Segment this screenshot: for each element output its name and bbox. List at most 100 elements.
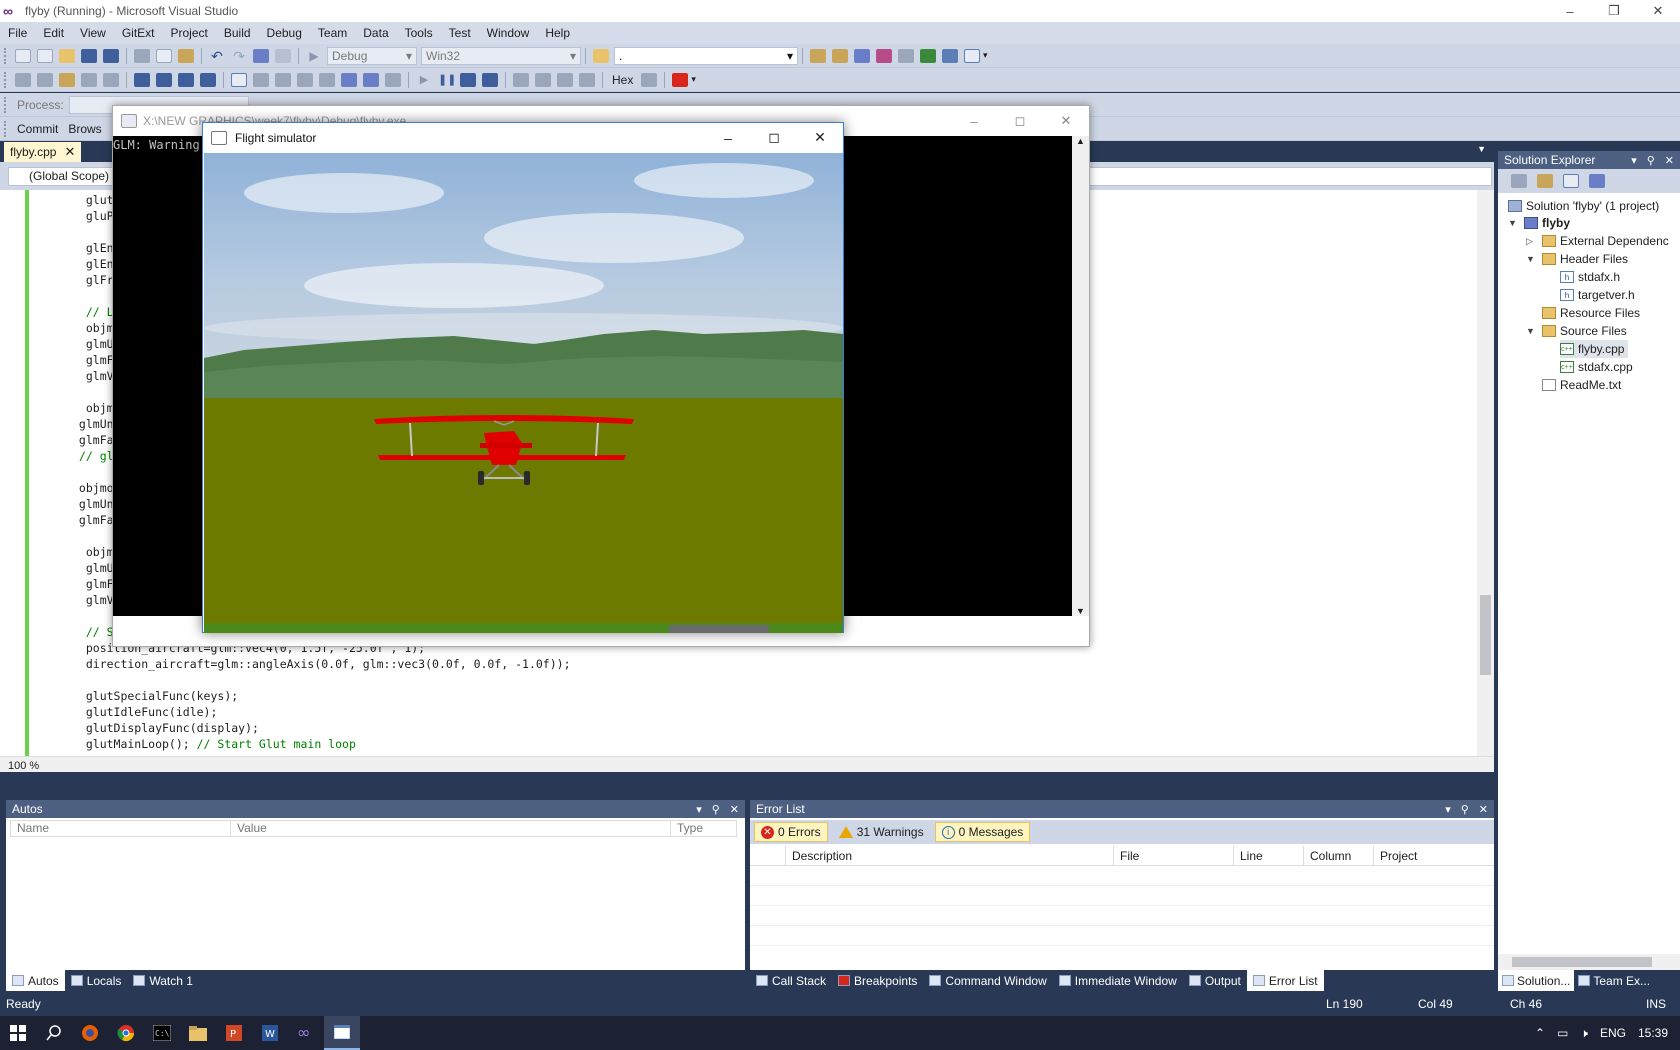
console-maximize-button[interactable]: ◻ (997, 106, 1043, 136)
menu-data[interactable]: Data (355, 26, 396, 40)
object-browser-icon[interactable] (854, 48, 870, 63)
tab-breakpoints[interactable]: Breakpoints (832, 970, 923, 991)
table-row[interactable] (750, 926, 1494, 946)
class-diagram-icon[interactable] (1589, 174, 1605, 188)
toolbar-grip[interactable] (4, 96, 8, 113)
table-row[interactable] (750, 906, 1494, 926)
next-bookmark-folder-icon[interactable] (319, 72, 335, 87)
uncomment-icon[interactable] (200, 72, 216, 87)
close-icon[interactable]: ✕ (1665, 154, 1674, 167)
menu-window[interactable]: Window (479, 26, 538, 40)
show-hidden-icons-icon[interactable]: ⌃ (1535, 1026, 1545, 1040)
search-button[interactable] (36, 1016, 72, 1050)
scroll-up-icon[interactable]: ▲ (1076, 136, 1085, 146)
column-header[interactable]: Project (1374, 846, 1494, 865)
tree-item-stdafx-h[interactable]: h stdafx.h (1560, 268, 1620, 286)
tab-immediate-window[interactable]: Immediate Window (1053, 970, 1183, 991)
scroll-thumb[interactable] (1512, 957, 1652, 967)
menu-gitext[interactable]: GitExt (114, 26, 163, 40)
code-line[interactable]: glutMainLoop(); // Start Glut main loop (72, 736, 571, 752)
next-bookmark-icon[interactable] (275, 72, 291, 87)
chevron-down-icon[interactable]: ▼ (1508, 218, 1520, 228)
dropdown-icon[interactable]: ▾ (1445, 803, 1451, 816)
step-over-icon[interactable] (557, 72, 573, 87)
extension-manager-icon[interactable] (942, 48, 958, 63)
menu-edit[interactable]: Edit (35, 26, 72, 40)
tab-solution-explorer[interactable]: Solution... (1498, 970, 1575, 991)
scroll-down-icon[interactable]: ▼ (1076, 606, 1085, 616)
properties-icon[interactable] (832, 48, 848, 63)
tree-item-solution[interactable]: Solution 'flyby' (1 project) (1508, 197, 1659, 215)
show-threads-icon[interactable] (385, 72, 401, 87)
hex-toggle-button[interactable]: Hex (607, 73, 638, 87)
taskbar-visual-studio[interactable]: ∞ (288, 1016, 324, 1050)
tab-dropdown-icon[interactable]: ▼ (1477, 144, 1486, 154)
code-line[interactable]: glutIdleFunc(idle); (72, 704, 571, 720)
taskbar-chrome[interactable] (108, 1016, 144, 1050)
properties-icon[interactable] (1511, 174, 1527, 188)
clear-bookmarks-icon[interactable] (341, 72, 357, 87)
outdent-icon[interactable] (134, 72, 150, 87)
menu-help[interactable]: Help (537, 26, 578, 40)
paste-icon[interactable] (178, 48, 194, 63)
complete-word-icon[interactable] (81, 72, 97, 87)
platform-select[interactable]: Win32 ▾ (421, 46, 581, 65)
table-row[interactable] (750, 866, 1494, 886)
menu-build[interactable]: Build (216, 26, 259, 40)
flight-close-button[interactable]: ✕ (797, 123, 843, 152)
toolbar-overflow-icon[interactable]: ▾ (691, 74, 696, 85)
flight-simulator-window[interactable]: Flight simulator – ◻ ✕ (202, 122, 844, 633)
tree-item-source-files[interactable]: ▼ Source Files (1526, 322, 1627, 340)
tab-locals[interactable]: Locals (65, 970, 128, 991)
step-out-icon[interactable] (579, 72, 595, 87)
bookmark-icon[interactable] (231, 72, 247, 87)
class-view-icon[interactable] (876, 48, 892, 63)
stop-debugging-icon[interactable] (460, 72, 476, 87)
copy-icon[interactable] (156, 48, 172, 63)
editor-horizontal-scrollbar[interactable]: 100 % (0, 756, 1494, 772)
menu-tools[interactable]: Tools (397, 26, 441, 40)
column-header[interactable]: Value (231, 821, 671, 836)
comment-icon[interactable] (178, 72, 194, 87)
column-header[interactable]: Description (786, 846, 1114, 865)
save-all-icon[interactable] (103, 48, 119, 63)
volume-icon[interactable]: 🕨 (1580, 1026, 1588, 1041)
toolbar-grip[interactable] (4, 120, 8, 137)
chevron-down-icon[interactable]: ▼ (1526, 326, 1538, 336)
menu-file[interactable]: File (0, 26, 35, 40)
menu-debug[interactable]: Debug (259, 26, 310, 40)
restore-button[interactable]: ❐ (1592, 0, 1636, 22)
flight-maximize-button[interactable]: ◻ (751, 123, 797, 152)
tab-error-list[interactable]: Error List (1246, 970, 1324, 991)
menu-test[interactable]: Test (441, 26, 479, 40)
prev-bookmark-folder-icon[interactable] (297, 72, 313, 87)
clock[interactable]: 15:39 (1638, 1026, 1668, 1040)
editor-vertical-scrollbar[interactable] (1477, 190, 1494, 760)
cut-icon[interactable] (134, 48, 150, 63)
start-debugging-icon[interactable]: ▶ (306, 49, 322, 63)
configuration-select[interactable]: Debug ▾ (327, 46, 417, 65)
console-close-button[interactable]: ✕ (1043, 106, 1089, 136)
tree-item-project[interactable]: ▼ flyby (1508, 214, 1570, 232)
bookmark-window-icon[interactable] (363, 72, 379, 87)
scroll-thumb[interactable] (1480, 595, 1491, 675)
start-button[interactable] (0, 1016, 36, 1050)
window-layout-icon[interactable] (964, 48, 980, 63)
continue-icon[interactable]: ▶ (416, 73, 432, 87)
start-page-icon[interactable] (920, 48, 936, 63)
new-project-icon[interactable] (15, 48, 31, 63)
messages-filter-button[interactable]: i0 Messages (934, 822, 1031, 842)
column-header[interactable]: Line (1234, 846, 1304, 865)
show-all-files-icon[interactable] (1537, 174, 1553, 188)
zoom-level[interactable]: 100 % (8, 760, 39, 772)
navigate-forward-icon[interactable] (275, 48, 291, 63)
column-header[interactable]: File (1114, 846, 1234, 865)
tab-output[interactable]: Output (1183, 970, 1247, 991)
decrease-indent-icon[interactable] (103, 72, 119, 87)
restart-icon[interactable] (482, 72, 498, 87)
pause-icon[interactable]: ❚❚ (438, 73, 456, 87)
console-scrollbar[interactable]: ▲ ▼ (1072, 136, 1089, 616)
chevron-right-icon[interactable]: ▷ (1526, 236, 1538, 247)
flight-minimize-button[interactable]: – (705, 123, 751, 152)
pin-icon[interactable]: ⚲ (712, 803, 720, 816)
